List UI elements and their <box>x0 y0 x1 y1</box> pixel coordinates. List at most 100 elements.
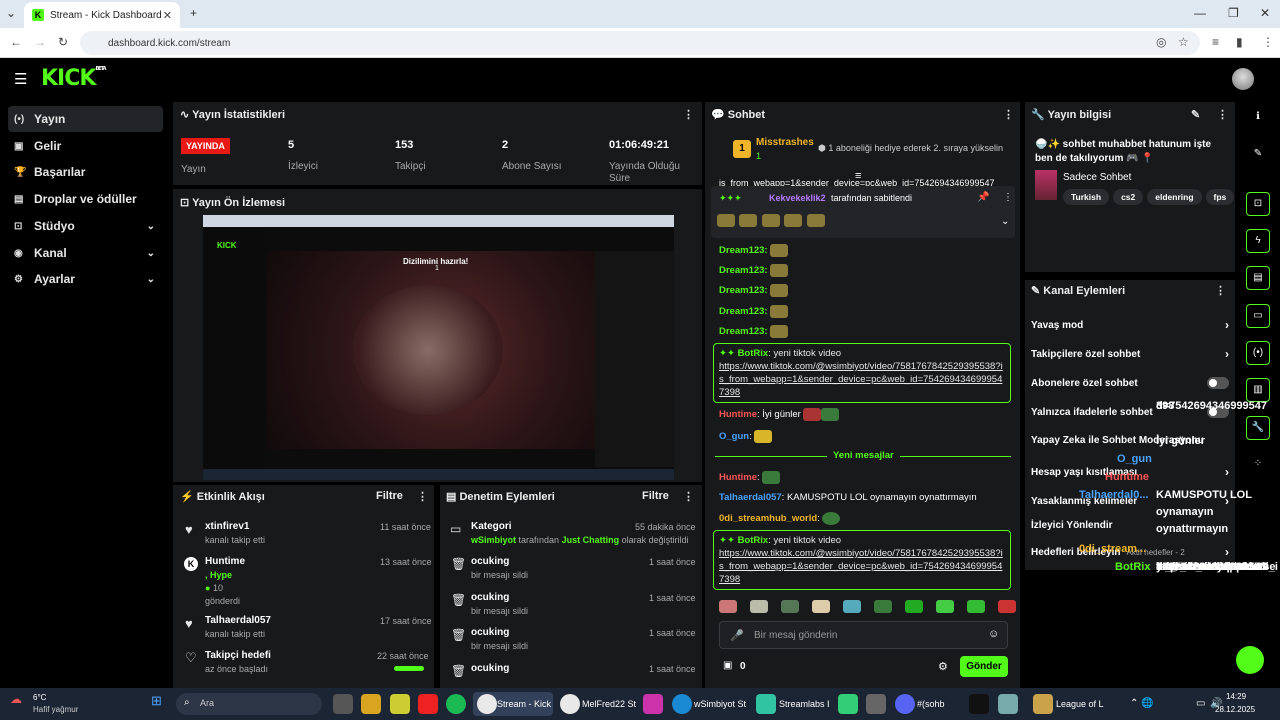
emoji-icon[interactable]: ☺ <box>988 628 999 640</box>
emote-icon[interactable] <box>843 600 861 613</box>
activity-filter-button[interactable]: Filtre <box>376 490 403 502</box>
eye-off-icon[interactable]: ◎ <box>1156 35 1166 49</box>
youtube-icon[interactable] <box>418 694 438 714</box>
extension-icon[interactable]: ▮ <box>1236 35 1243 49</box>
sidebar-item-yayin[interactable]: (•) Yayın <box>8 106 163 132</box>
emote-icon[interactable] <box>719 600 737 613</box>
reload-icon[interactable]: ↻ <box>58 35 68 49</box>
list-icon[interactable]: ▤ <box>1246 266 1270 290</box>
pin-icon[interactable]: 📌 <box>977 192 989 203</box>
mic-icon[interactable]: 🎤 <box>730 629 744 642</box>
hamburger-menu-icon[interactable]: ☰ <box>14 70 27 88</box>
emote-icon[interactable] <box>874 600 892 613</box>
discord-icon[interactable] <box>895 694 915 714</box>
sidebar-item-studyo[interactable]: ⊡ Stüdyo ⌄ <box>8 213 163 239</box>
streamlabs-icon[interactable] <box>756 694 776 714</box>
lightning-icon[interactable]: ϟ <box>1246 229 1270 253</box>
preview-logo: KICK <box>217 241 237 250</box>
action-followers-only[interactable]: Takipçilere özel sohbet › <box>1031 347 1229 361</box>
subscribers-only-toggle[interactable] <box>1207 377 1229 389</box>
network-icon[interactable]: ▭ <box>1196 698 1205 709</box>
focus-icon[interactable]: ⊡ <box>1246 192 1270 216</box>
kick-logo[interactable]: KICKBETA <box>41 66 107 91</box>
chat-link[interactable]: https://www.tiktok.com/@wsimbiyot/video/… <box>719 548 1003 585</box>
chat-bubble-icon[interactable]: ▭ <box>1246 304 1270 328</box>
moderation-menu-icon[interactable]: ⋮ <box>683 490 694 503</box>
bookmark-star-icon[interactable]: ☆ <box>1178 35 1189 49</box>
new-tab-icon[interactable]: + <box>190 6 197 20</box>
more-dots-icon[interactable]: ⁘ <box>1246 453 1270 477</box>
taskbar-search[interactable]: ⌕ Ara <box>176 693 322 715</box>
sidebar-item-kanal[interactable]: ◉ Kanal ⌄ <box>8 240 163 266</box>
sticky-notes-icon[interactable] <box>390 694 410 714</box>
wrench-icon[interactable]: 🔧 <box>1246 416 1270 440</box>
windows-start-icon[interactable]: ⊞ <box>151 693 162 709</box>
expand-chevron-icon[interactable]: ⌄ <box>1001 216 1009 227</box>
trash-icon: 🗑 <box>451 593 467 607</box>
pinned-menu-icon[interactable]: ⋮ <box>1003 192 1013 203</box>
instagram-icon[interactable] <box>643 694 663 714</box>
file-explorer-icon[interactable] <box>361 694 381 714</box>
pencil-icon[interactable]: ✎ <box>1246 143 1270 167</box>
taskbar-app-label[interactable]: wSimbiyot St <box>694 699 746 709</box>
activity-menu-icon[interactable]: ⋮ <box>417 490 428 503</box>
app-icon[interactable] <box>866 694 886 714</box>
maximize-icon[interactable]: ❐ <box>1228 6 1239 20</box>
browser-tab[interactable]: K Stream - Kick Dashboard ✕ <box>24 2 180 28</box>
emote-icon[interactable] <box>750 600 768 613</box>
league-icon[interactable] <box>1033 694 1053 714</box>
stream-preview-video[interactable]: KICK Dizilimini hazırla! 1 <box>203 215 674 480</box>
chat-link[interactable]: https://www.tiktok.com/@wsimbiyot/video/… <box>719 361 1003 398</box>
info-icon[interactable]: ℹ <box>1246 106 1270 130</box>
minimize-icon[interactable]: — <box>1194 6 1206 20</box>
emote-icon[interactable] <box>936 600 954 613</box>
url-field[interactable]: dashboard.kick.com/stream <box>80 31 1200 55</box>
broadcast-icon[interactable]: (•) <box>1246 341 1270 365</box>
reading-list-icon[interactable]: ≡ <box>1212 35 1219 49</box>
user-avatar[interactable] <box>1232 68 1254 90</box>
stats-menu-icon[interactable]: ⋮ <box>683 108 694 121</box>
edit-pencil-icon[interactable]: ✎ <box>1191 108 1200 121</box>
task-view-icon[interactable] <box>333 694 353 714</box>
moderation-filter-button[interactable]: Filtre <box>642 490 669 502</box>
sidebar-item-ayarlar[interactable]: ⚙ Ayarlar ⌄ <box>8 266 163 292</box>
sidebar-item-gelir[interactable]: ▣ Gelir <box>8 133 163 159</box>
emote-icon[interactable] <box>812 600 830 613</box>
tiktok-icon[interactable] <box>969 694 989 714</box>
emote-icon[interactable] <box>781 600 799 613</box>
emote-icon[interactable] <box>967 600 985 613</box>
back-icon[interactable]: ← <box>10 35 22 49</box>
emote-icon[interactable] <box>998 600 1016 613</box>
chrome-icon[interactable] <box>560 694 580 714</box>
action-slow-mode[interactable]: Yavaş mod › <box>1031 318 1229 332</box>
forward-icon[interactable]: → <box>34 35 46 49</box>
chat-input[interactable]: 🎤 Bir mesaj gönderin ☺ <box>719 621 1008 649</box>
taskbar-app-label[interactable]: #(sohb <box>917 699 945 709</box>
search-icon: ⌕ <box>184 697 190 708</box>
action-subscribers-only[interactable]: Abonelere özel sohbet <box>1031 377 1229 389</box>
activity-title: ⚡ Etkinlik Akışı <box>180 491 265 503</box>
activity-count-row: ● 10 <box>205 583 245 593</box>
stream-info-menu-icon[interactable]: ⋮ <box>1217 108 1228 121</box>
app-icon[interactable] <box>998 694 1018 714</box>
send-button[interactable]: Gönder <box>960 656 1008 677</box>
taskbar-app-label[interactable]: League of L <box>1056 699 1104 709</box>
sidebar-item-droplar[interactable]: ▤ Droplar ve ödüller <box>8 186 163 212</box>
close-window-icon[interactable]: ✕ <box>1260 6 1270 20</box>
chat-settings-icon[interactable]: ⚙ <box>938 660 948 673</box>
chat-menu-icon[interactable]: ⋮ <box>1003 108 1014 121</box>
menu-kebab-icon[interactable]: ⋮ <box>1262 35 1274 49</box>
taskbar-app-label[interactable]: Streamlabs I <box>779 699 830 709</box>
moderation-item: ocuking <box>471 663 509 674</box>
tab-list-icon[interactable]: ⌄ <box>6 6 16 20</box>
app-icon[interactable] <box>838 694 858 714</box>
close-tab-icon[interactable]: ✕ <box>163 9 172 22</box>
channel-actions-menu-icon[interactable]: ⋮ <box>1215 284 1226 297</box>
spotify-icon[interactable] <box>446 694 466 714</box>
edge-icon[interactable] <box>672 694 692 714</box>
tray-icons[interactable]: ⌃ 🌐 <box>1130 698 1154 709</box>
moderation-time: 1 saat önce <box>649 557 696 567</box>
emote-icon[interactable] <box>905 600 923 613</box>
sidebar-item-basarilar[interactable]: 🏆 Başarılar <box>8 159 163 185</box>
taskbar-app-label[interactable]: MelFred22 St <box>582 699 636 709</box>
